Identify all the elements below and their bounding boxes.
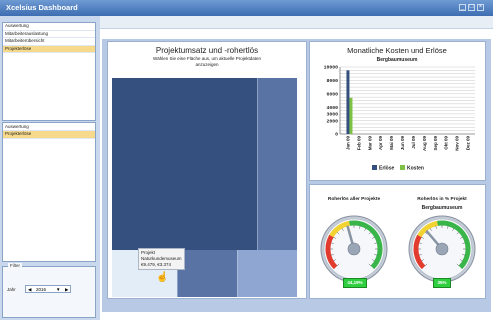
nav-panel-top: Auswertung Mitarbeiterauslastung Mitarbe… — [2, 22, 96, 121]
nav-panel-bottom: Auswertung Projekterlöse — [2, 122, 96, 262]
x-tick-label: Jul 09 — [411, 136, 416, 149]
x-tick-label: Nov 09 — [455, 136, 460, 151]
bar-chart: Monatliche Kosten und Erlöse Bergbaumuse… — [324, 46, 475, 172]
x-tick-label: Mar 09 — [367, 136, 372, 151]
legend-label: Erlöse — [379, 166, 395, 172]
treemap-subtitle-2: anzuzeigen — [195, 62, 219, 67]
filter-legend: Filter — [8, 263, 22, 268]
x-tick-label: Aug 09 — [422, 136, 427, 152]
year-stepper[interactable]: ◀ 2016 ▼ ▶ — [25, 285, 71, 293]
y-tick-label: 2000 — [326, 118, 338, 124]
legend-swatch — [372, 165, 377, 170]
gauge-2-value: 35% — [433, 278, 451, 288]
y-tick-label: 8000 — [326, 78, 338, 84]
nav-bottom-item-projekterloese[interactable]: Projekterlöse — [3, 131, 95, 139]
legend-label: Kosten — [407, 166, 424, 172]
bar-chart-card: Monatliche Kosten und Erlöse Bergbaumuse… — [309, 41, 486, 181]
dashboard-canvas: Projektumsatz und -rohertlös Wählen Sie … — [102, 39, 491, 312]
treemap-card: Projektumsatz und -rohertlös Wählen Sie … — [107, 41, 307, 299]
gauges-card: Roherlös aller Projekte Roherlös in % Pr… — [309, 184, 486, 299]
treemap-cell-1[interactable] — [112, 78, 257, 250]
window-title: Xcelsius Dashboard — [6, 3, 78, 12]
x-tick-label: Jan 09 — [345, 136, 350, 151]
gauge-hub — [347, 242, 361, 256]
year-label: Jahr — [7, 287, 16, 292]
y-tick-label: 0 — [335, 132, 338, 138]
gauge-2-subtitle: Bergbaumuseum — [421, 205, 463, 211]
y-tick-label: 6000 — [326, 92, 338, 98]
x-tick-label: Mai 09 — [389, 136, 394, 150]
next-year-icon[interactable]: ▶ — [65, 287, 68, 293]
x-tick-label: Dez 09 — [466, 136, 471, 151]
x-tick-label: Sep 09 — [433, 136, 438, 151]
y-tick-label: 3000 — [326, 112, 338, 118]
tooltip-line-3: €9.479, €3.374 — [141, 262, 172, 267]
maximize-icon[interactable]: □ — [468, 4, 475, 11]
treemap-cell-4[interactable] — [237, 250, 297, 297]
prev-year-icon[interactable]: ◀ — [28, 287, 31, 293]
treemap-area: Projekt Naturkundemuseum €9.479, €3.374 … — [112, 78, 297, 297]
treemap-cell-3[interactable] — [177, 250, 237, 297]
left-sidebar: Auswertung Mitarbeiterauslastung Mitarbe… — [0, 16, 100, 320]
minimize-icon[interactable]: _ — [459, 4, 466, 11]
nav-item-projekterloese[interactable]: Projekterlöse — [3, 45, 95, 53]
gauge-hub — [435, 242, 449, 256]
treemap-tooltip: Projekt Naturkundemuseum €9.479, €3.374 — [138, 248, 185, 270]
nav-bottom-header[interactable]: Auswertung — [3, 123, 95, 131]
gauge-2-title: Roherlös in % Projekt — [417, 197, 467, 202]
bar-chart-title: Monatliche Kosten und Erlöse — [347, 46, 447, 55]
gauge-1 — [320, 215, 388, 283]
treemap-title: Projektumsatz und -rohertlös — [155, 46, 259, 55]
x-tick-label: Feb 09 — [356, 136, 361, 151]
gauge-1-title: Roherlös aller Projekte — [327, 197, 381, 202]
nav-item-mitarbeiteruebersicht[interactable]: Mitarbeiterübersicht — [3, 38, 95, 46]
gauge-1-value: 44,19% — [343, 278, 367, 288]
y-tick-label: 10000 — [324, 65, 339, 71]
nav-item-auswertung[interactable]: Auswertung — [3, 23, 95, 31]
bar-chart-subtitle: Bergbaumuseum — [377, 57, 418, 63]
nav-item-mitarbeiterauslastung[interactable]: Mitarbeiterauslastung — [3, 31, 95, 38]
close-icon[interactable]: × — [477, 4, 484, 11]
title-bar: Xcelsius Dashboard _ □ × — [0, 0, 493, 16]
bar-kosten-0[interactable] — [349, 97, 353, 134]
filter-panel: Filter Jahr ◀ 2016 ▼ ▶ — [2, 263, 96, 318]
treemap-subtitle-1: Wählen Sie eine Fläche aus, um aktuelle … — [152, 56, 262, 61]
hand-cursor-icon: ☝ — [156, 272, 169, 283]
x-tick-label: Apr 09 — [378, 136, 383, 151]
treemap-cell-2[interactable] — [257, 78, 297, 250]
main-area: Projektumsatz und -rohertlös Wählen Sie … — [100, 16, 493, 320]
year-dropdown-icon[interactable]: ▼ — [56, 287, 60, 292]
app-window: Xcelsius Dashboard _ □ × Auswertung Mita… — [0, 0, 493, 320]
x-tick-label: Jun 09 — [400, 136, 405, 151]
x-tick-label: Okt 09 — [444, 136, 449, 150]
top-strip — [100, 16, 493, 29]
bar-erlöse-0[interactable] — [346, 70, 350, 134]
gauge-2 — [408, 215, 476, 283]
year-value: 2016 — [36, 287, 47, 292]
legend-swatch — [400, 165, 405, 170]
y-tick-label: 4000 — [326, 105, 338, 111]
